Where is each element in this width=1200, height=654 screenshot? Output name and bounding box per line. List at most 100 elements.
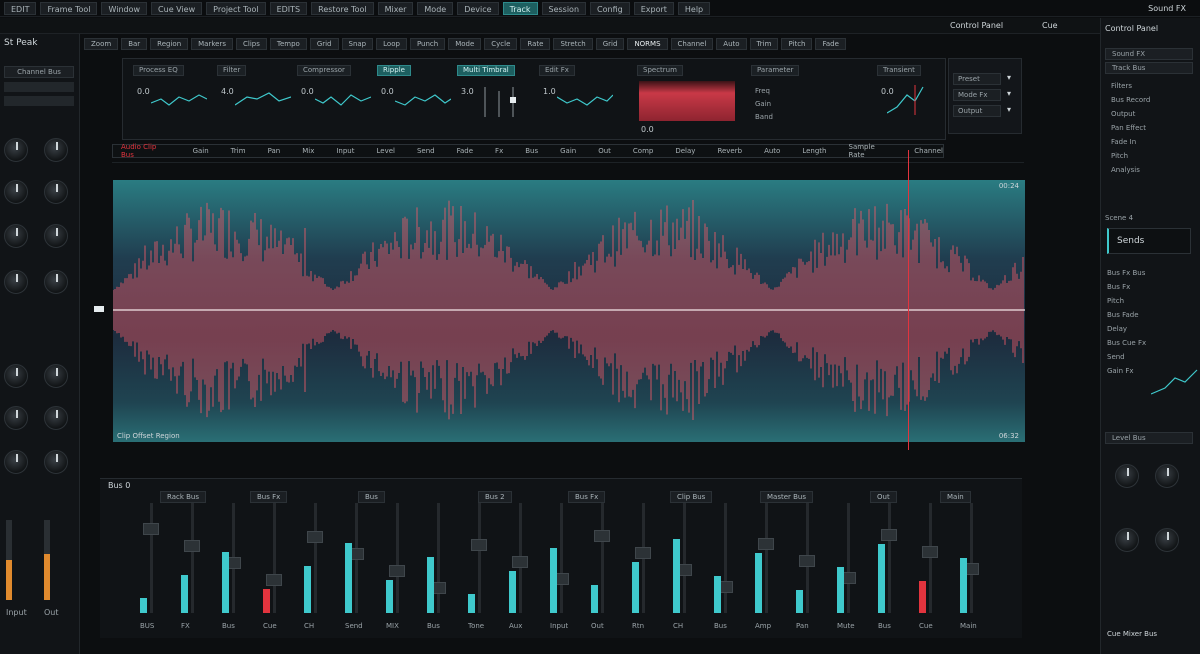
channel-strip[interactable] <box>263 503 285 613</box>
left-fader-2[interactable] <box>44 520 50 600</box>
right-list-item[interactable]: Delay <box>1107 322 1146 336</box>
plugin-filter[interactable]: Filter 4.0 <box>213 65 291 135</box>
left-slider-2[interactable] <box>4 96 74 106</box>
chevron-down-icon[interactable]: ▾ <box>1007 73 1011 82</box>
channel-strip[interactable] <box>796 503 818 613</box>
menu-item-mixer[interactable]: Mixer <box>377 1 414 15</box>
tab-grid[interactable]: Grid <box>309 38 339 50</box>
tab-auto[interactable]: Auto <box>716 38 747 50</box>
knob-right-3[interactable] <box>1115 528 1139 552</box>
knob-aux-2[interactable] <box>44 406 68 430</box>
right-list-item[interactable]: Bus Fx <box>1107 280 1146 294</box>
mixer-group-main[interactable]: Main <box>940 491 971 503</box>
mixer-group-bus-fx[interactable]: Bus Fx <box>250 491 288 503</box>
output-select[interactable]: Output <box>953 105 1001 117</box>
mixer-group-clip-bus[interactable]: Clip Bus <box>670 491 713 503</box>
mixer-group-rack-bus[interactable]: Rack Bus <box>160 491 207 503</box>
menu-item-track[interactable]: Track <box>502 1 538 15</box>
menu-item-cue-view[interactable]: Cue View <box>151 1 203 15</box>
knob-trim[interactable] <box>44 138 68 162</box>
knob-pan[interactable] <box>4 180 28 204</box>
tab-pitch[interactable]: Pitch <box>781 38 813 50</box>
fader-cap[interactable] <box>512 556 528 568</box>
tab-trim[interactable]: Trim <box>749 38 779 50</box>
menu-item-config[interactable]: Config <box>590 1 630 15</box>
tab-fade[interactable]: Fade <box>815 38 846 50</box>
left-slider-1[interactable] <box>4 82 74 92</box>
knob-freq[interactable] <box>4 270 28 294</box>
plugin-process-eq[interactable]: Process EQ 0.0 <box>129 65 207 135</box>
right-item-fade-in[interactable]: Fade In <box>1111 138 1136 146</box>
knob-res[interactable] <box>44 270 68 294</box>
menu-item-help[interactable]: Help <box>677 1 711 15</box>
fader-cap[interactable] <box>594 530 610 542</box>
right-list-item[interactable]: Gain Fx <box>1107 364 1146 378</box>
knob-aux-3[interactable] <box>4 450 28 474</box>
left-fader-1[interactable] <box>6 520 12 600</box>
wave-left-handle[interactable] <box>94 306 104 312</box>
plugin-transient[interactable]: Transient 0.0 <box>873 65 941 135</box>
tab-loop[interactable]: Loop <box>376 38 407 50</box>
fader-cap[interactable] <box>184 540 200 552</box>
mixer-group-bus-2[interactable]: Bus 2 <box>478 491 512 503</box>
channel-strip[interactable] <box>591 503 613 613</box>
tab-stretch[interactable]: Stretch <box>553 38 593 50</box>
level-bus-select[interactable]: Level Bus <box>1105 432 1193 444</box>
knob-drive[interactable] <box>44 180 68 204</box>
knob-aux-1[interactable] <box>4 406 28 430</box>
channel-strip[interactable] <box>837 503 859 613</box>
right-item-sound-fx[interactable]: Sound FX <box>1105 48 1193 60</box>
fader-cap[interactable] <box>881 529 897 541</box>
right-list-item[interactable]: Pitch <box>1107 294 1146 308</box>
channel-bus-select[interactable]: Channel Bus <box>4 66 74 78</box>
knob-right-2[interactable] <box>1155 464 1179 488</box>
channel-strip[interactable] <box>878 503 900 613</box>
tab-punch[interactable]: Punch <box>409 38 446 50</box>
tab-mode[interactable]: Mode <box>448 38 482 50</box>
knob-mix[interactable] <box>4 224 28 248</box>
channel-strip[interactable] <box>222 503 244 613</box>
mixer-group-out[interactable]: Out <box>870 491 897 503</box>
menu-item-window[interactable]: Window <box>101 1 148 15</box>
right-list-item[interactable]: Bus Fade <box>1107 308 1146 322</box>
fader-cap[interactable] <box>307 531 323 543</box>
plugin-multi-timbral[interactable]: Multi Timbral 3.0 <box>453 65 531 135</box>
fader-cap[interactable] <box>471 539 487 551</box>
channel-strip[interactable] <box>755 503 777 613</box>
knob-out[interactable] <box>44 364 68 388</box>
chevron-down-icon[interactable]: ▾ <box>1007 105 1011 114</box>
channel-strip[interactable] <box>345 503 367 613</box>
preset-select[interactable]: Preset <box>953 73 1001 85</box>
tab-norms[interactable]: NORMS <box>627 38 668 50</box>
tab-tempo[interactable]: Tempo <box>269 38 307 50</box>
channel-strip[interactable] <box>632 503 654 613</box>
sends-field[interactable]: Sends <box>1107 228 1191 254</box>
menu-item-edits[interactable]: EDITS <box>269 1 308 15</box>
knob-gain[interactable] <box>4 138 28 162</box>
tab-rate[interactable]: Rate <box>520 38 551 50</box>
tab-bar[interactable]: Bar <box>121 38 148 50</box>
mixer-group-bus[interactable]: Bus <box>358 491 385 503</box>
right-item-analysis[interactable]: Analysis <box>1111 166 1140 174</box>
tab-grid-2[interactable]: Grid <box>595 38 625 50</box>
fader-cap[interactable] <box>266 574 282 586</box>
menu-item-project-tool[interactable]: Project Tool <box>206 1 266 15</box>
timeline-ruler[interactable] <box>112 162 1024 178</box>
waveform-display[interactable]: 00:24 06:32 Clip Offset Region <box>113 180 1025 442</box>
menu-item-export[interactable]: Export <box>633 1 674 15</box>
right-item-pitch[interactable]: Pitch <box>1111 152 1128 160</box>
right-list-item[interactable]: Bus Cue Fx <box>1107 336 1146 350</box>
knob-tone[interactable] <box>44 224 68 248</box>
channel-strip[interactable] <box>304 503 326 613</box>
mixer-group-bus-fx-2[interactable]: Bus Fx <box>568 491 606 503</box>
menu-item-edit[interactable]: EDIT <box>4 1 37 15</box>
menu-item-device[interactable]: Device <box>457 1 499 15</box>
knob-right-4[interactable] <box>1155 528 1179 552</box>
plugin-spectrum[interactable]: Spectrum 0.0 <box>633 65 743 135</box>
menu-item-frame-tool[interactable]: Frame Tool <box>40 1 98 15</box>
right-item-pan-effect[interactable]: Pan Effect <box>1111 124 1146 132</box>
fader-cap[interactable] <box>799 555 815 567</box>
channel-strip[interactable] <box>673 503 695 613</box>
plugin-compressor[interactable]: Compressor 0.0 <box>293 65 371 135</box>
tab-markers[interactable]: Markers <box>191 38 233 50</box>
